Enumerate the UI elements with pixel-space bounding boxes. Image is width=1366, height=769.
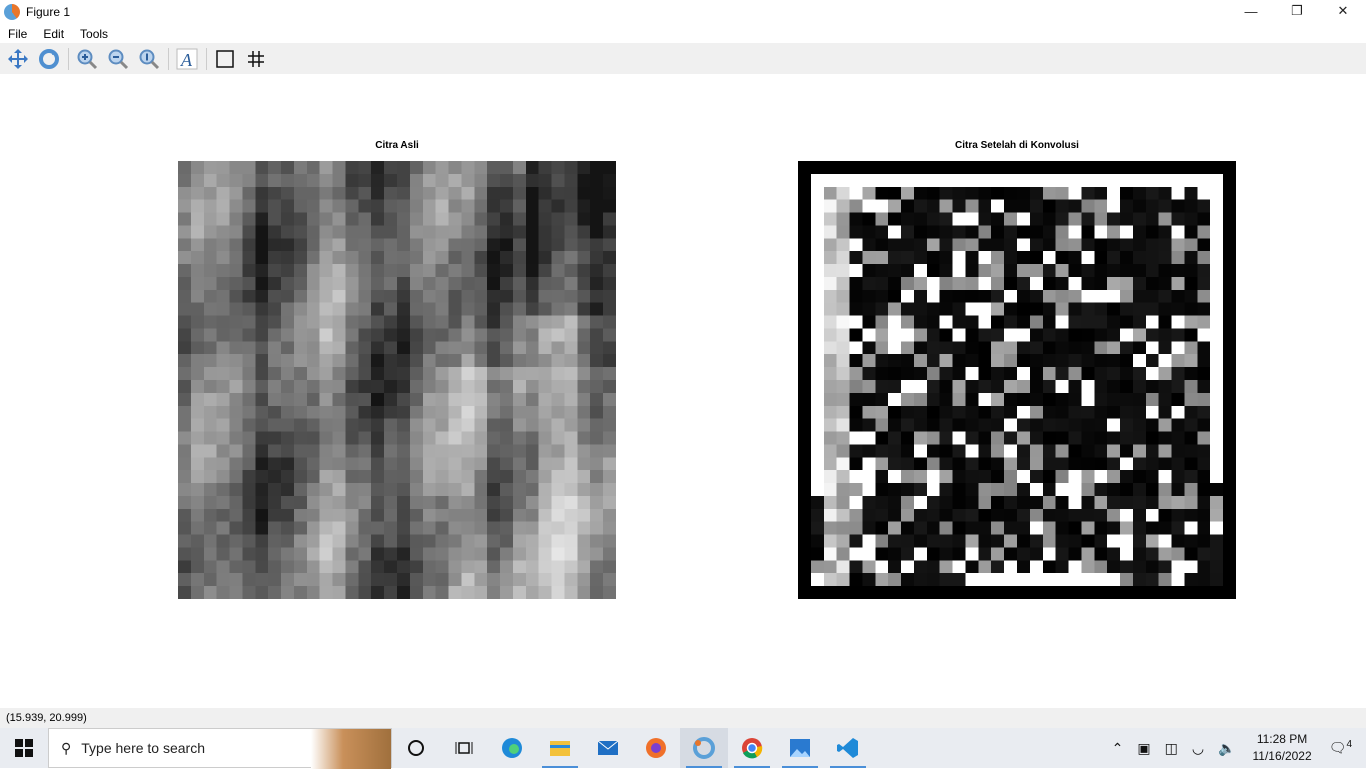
- vscode-icon[interactable]: [824, 728, 872, 768]
- menu-tools[interactable]: Tools: [72, 27, 116, 41]
- firefox-icon[interactable]: [632, 728, 680, 768]
- search-placeholder: Type here to search: [81, 740, 206, 756]
- separator: [68, 47, 69, 70]
- svg-text:A: A: [180, 50, 193, 70]
- figure-canvas[interactable]: Citra Asli Citra Setelah di Konvolusi: [0, 74, 1366, 708]
- minimize-button[interactable]: —: [1228, 0, 1274, 22]
- separator: [168, 47, 169, 70]
- separator: [206, 47, 207, 70]
- grid-icon[interactable]: [241, 45, 270, 72]
- wifi-icon[interactable]: ◡: [1192, 740, 1204, 757]
- zoom-in-icon[interactable]: [72, 45, 101, 72]
- clock-date: 11/16/2022: [1252, 749, 1312, 763]
- octave-logo-icon: [4, 4, 20, 20]
- title-bar: Figure 1 — ❐ ✕: [0, 0, 1366, 24]
- camera-icon[interactable]: ▣: [1137, 740, 1150, 757]
- system-tray: ⌃ ▣ ◫ ◡ 🔈 11:28 PM 11/16/2022 🗨4: [1105, 728, 1366, 768]
- notification-count: 4: [1346, 739, 1352, 751]
- menu-bar: File Edit Tools: [0, 24, 1366, 43]
- axes-title-original: Citra Asli: [375, 140, 419, 151]
- zoom-reset-icon[interactable]: [134, 45, 163, 72]
- insert-text-icon[interactable]: A: [172, 45, 201, 72]
- menu-edit[interactable]: Edit: [35, 27, 72, 41]
- chrome-icon[interactable]: [728, 728, 776, 768]
- battery-icon[interactable]: ◫: [1165, 740, 1178, 757]
- menu-file[interactable]: File: [0, 27, 35, 41]
- taskbar: ⚲ Type here to search ⌃ ▣ ◫ ◡ 🔈 11:28 PM…: [0, 728, 1366, 769]
- mail-icon[interactable]: [584, 728, 632, 768]
- cortana-icon[interactable]: [392, 728, 440, 768]
- clock-time: 11:28 PM: [1256, 732, 1308, 746]
- windows-start-icon[interactable]: [0, 728, 48, 768]
- search-icon: ⚲: [61, 739, 72, 756]
- edge-icon[interactable]: [488, 728, 536, 768]
- axes-title-convolved: Citra Setelah di Konvolusi: [955, 140, 1079, 151]
- zoom-out-icon[interactable]: [103, 45, 132, 72]
- photos-icon[interactable]: [776, 728, 824, 768]
- taskbar-search-box[interactable]: ⚲ Type here to search: [48, 728, 392, 769]
- toolbar: A: [0, 43, 1366, 74]
- status-bar: (15.939, 20.999): [0, 708, 1366, 728]
- cursor-coordinates: (15.939, 20.999): [6, 712, 87, 724]
- close-button[interactable]: ✕: [1320, 0, 1366, 22]
- original-image[interactable]: [178, 161, 616, 599]
- rotate-icon[interactable]: [34, 45, 63, 72]
- volume-icon[interactable]: 🔈: [1218, 740, 1235, 757]
- octave-taskbar-icon[interactable]: [680, 728, 728, 768]
- pan-icon[interactable]: [3, 45, 32, 72]
- clock[interactable]: 11:28 PM 11/16/2022: [1252, 731, 1311, 765]
- axes-box-icon[interactable]: [210, 45, 239, 72]
- chevron-up-icon[interactable]: ⌃: [1112, 740, 1124, 757]
- search-highlight-image: [311, 729, 391, 769]
- file-explorer-icon[interactable]: [536, 728, 584, 768]
- convolved-image[interactable]: [798, 161, 1236, 599]
- restore-button[interactable]: ❐: [1274, 0, 1320, 22]
- window-title: Figure 1: [26, 5, 71, 19]
- notifications-icon[interactable]: 🗨4: [1329, 739, 1352, 757]
- task-view-icon[interactable]: [440, 728, 488, 768]
